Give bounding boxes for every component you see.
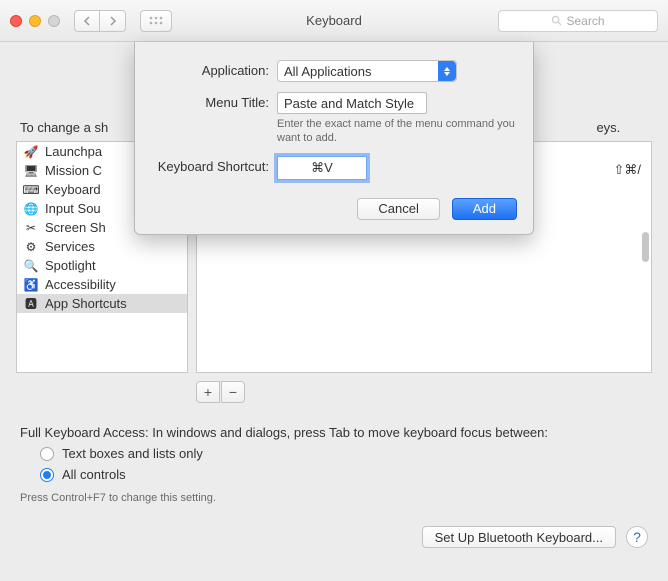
traffic-lights xyxy=(10,15,60,27)
cancel-button[interactable]: Cancel xyxy=(357,198,439,220)
fka-hint: Press Control+F7 to change this setting. xyxy=(20,492,652,504)
chevron-updown-icon xyxy=(438,61,456,81)
show-all-button[interactable] xyxy=(140,10,172,32)
back-button[interactable] xyxy=(74,10,100,32)
nav-buttons xyxy=(74,10,126,32)
app-shortcuts-icon: 🅰 xyxy=(23,296,39,312)
grid-icon xyxy=(149,16,163,26)
scrollbar-thumb[interactable] xyxy=(642,232,649,262)
launchpad-icon: 🚀 xyxy=(23,144,39,160)
application-select[interactable]: All Applications xyxy=(277,60,457,82)
keyboard-icon: ⌨ xyxy=(23,182,39,198)
fka-label: Full Keyboard Access: In windows and dia… xyxy=(16,425,652,440)
spotlight-icon: 🔍 xyxy=(23,258,39,274)
add-button[interactable]: Add xyxy=(452,198,517,220)
setup-bluetooth-keyboard-button[interactable]: Set Up Bluetooth Keyboard... xyxy=(422,526,616,548)
remove-shortcut-button[interactable]: − xyxy=(221,381,245,403)
fka-option-all-controls[interactable]: All controls xyxy=(40,467,652,482)
input-sources-icon: 🌐 xyxy=(23,201,39,217)
footer: Set Up Bluetooth Keyboard... ? xyxy=(16,526,652,548)
minimize-window-button[interactable] xyxy=(29,15,41,27)
screenshot-icon: ✂ xyxy=(23,220,39,236)
services-icon: ⚙ xyxy=(23,239,39,255)
add-shortcut-sheet: Application: All Applications Menu Title… xyxy=(134,42,534,235)
zoom-window-button xyxy=(48,15,60,27)
menu-title-description: Enter the exact name of the menu command… xyxy=(277,117,517,146)
menu-title-input[interactable]: Paste and Match Style xyxy=(277,92,427,114)
menu-title-label: Menu Title: xyxy=(151,92,277,110)
application-label: Application: xyxy=(151,60,277,78)
close-window-button[interactable] xyxy=(10,15,22,27)
titlebar: Keyboard Search xyxy=(0,0,668,42)
shortcut-value: ⇧⌘/ xyxy=(613,162,641,178)
mission-control-icon: 🖥 xyxy=(23,163,39,179)
sidebar-item-spotlight[interactable]: 🔍Spotlight xyxy=(17,256,187,275)
add-shortcut-button[interactable]: + xyxy=(196,381,220,403)
fka-option-textboxes[interactable]: Text boxes and lists only xyxy=(40,446,652,461)
help-button[interactable]: ? xyxy=(626,526,648,548)
search-icon xyxy=(551,15,562,26)
sidebar-item-accessibility[interactable]: ♿Accessibility xyxy=(17,275,187,294)
keyboard-shortcut-input[interactable]: ⌘V xyxy=(277,156,367,180)
forward-button[interactable] xyxy=(100,10,126,32)
sidebar-item-services[interactable]: ⚙Services xyxy=(17,237,187,256)
radio-icon xyxy=(40,468,54,482)
keyboard-shortcut-label: Keyboard Shortcut: xyxy=(151,156,277,174)
sidebar-item-app-shortcuts[interactable]: 🅰App Shortcuts xyxy=(17,294,187,313)
search-placeholder: Search xyxy=(566,14,604,28)
add-remove-bar: + − xyxy=(196,381,652,403)
search-input[interactable]: Search xyxy=(498,10,658,32)
radio-icon xyxy=(40,447,54,461)
accessibility-icon: ♿ xyxy=(23,277,39,293)
